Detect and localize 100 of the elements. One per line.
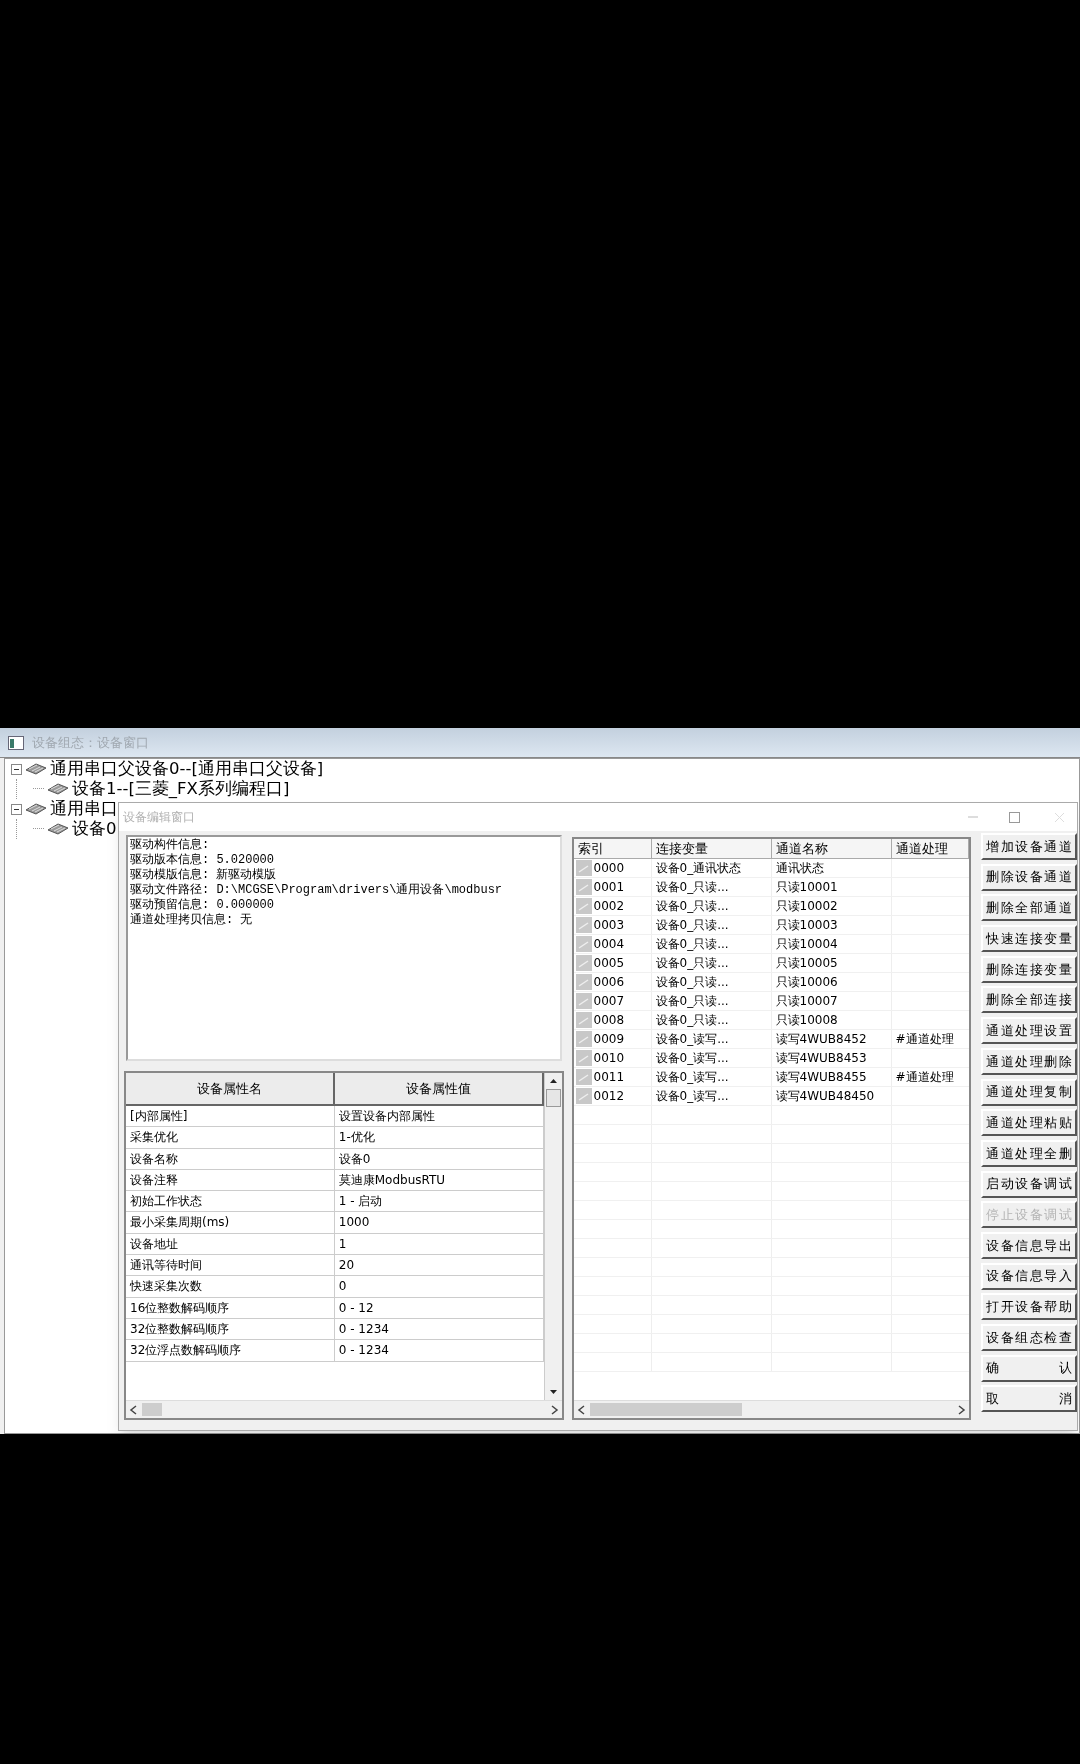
table-cell: 通讯等待时间 [126, 1255, 335, 1276]
table-cell-text: 设备0_读写... [655, 1050, 729, 1067]
info-line: 驱动构件信息: [130, 838, 211, 853]
info-line: 通道处理拷贝信息: 无 [130, 913, 254, 928]
tree-item[interactable]: 通用串口父设备0--[通用串口父设备] [50, 759, 324, 779]
table-cell-text: 0007 [593, 993, 625, 1010]
column-header[interactable]: 通道名称 [771, 839, 892, 858]
table-cell-text: 只读10001 [775, 879, 838, 896]
table-cell-text: 只读10008 [775, 1012, 838, 1029]
scroll-thumb[interactable] [142, 1403, 162, 1416]
device-icon [47, 782, 69, 796]
horizontal-scrollbar[interactable] [573, 1400, 970, 1418]
table-cell-text: 0000 [593, 860, 625, 877]
table-cell-text: 只读10003 [775, 917, 838, 934]
table-cell-text: 只读10005 [775, 955, 838, 972]
table-cell: 快速采集次数 [126, 1276, 335, 1297]
table-cell-text: 0010 [593, 1050, 625, 1067]
info-line: 驱动版本信息: 5.020000 [130, 853, 275, 868]
action-button[interactable]: 通道处理全删 [981, 1139, 1077, 1167]
tree-item[interactable]: 通用串口 [50, 799, 118, 819]
table-cell-text: 只读10007 [775, 993, 838, 1010]
table-cell: 最小采集周期(ms) [126, 1212, 335, 1233]
table-cell-text: 只读10004 [775, 936, 838, 953]
table-cell: 0 - 1234 [334, 1340, 544, 1361]
table-cell-text: 设备0_只读... [655, 879, 729, 896]
table-cell-text: 只读10002 [775, 898, 838, 915]
action-button[interactable]: 设备信息导出 [981, 1231, 1077, 1259]
action-button[interactable]: 删除连接变量 [981, 955, 1077, 983]
table-cell-text: 0004 [593, 936, 625, 953]
table-cell-text: 0011 [593, 1069, 625, 1086]
info-line: 驱动预留信息: 0.000000 [130, 898, 275, 913]
action-button[interactable]: 设备信息导入 [981, 1262, 1077, 1290]
scroll-thumb[interactable] [589, 1403, 743, 1416]
table-cell-text: #通道处理 [895, 1069, 954, 1086]
table-cell-text: 设备0_只读... [655, 993, 729, 1010]
info-line: 驱动文件路径: D:\MCGSE\Program\drivers\通用设备\modbusr [130, 883, 504, 898]
device-icon [25, 802, 47, 816]
action-button[interactable]: 删除全部连接 [981, 986, 1077, 1014]
table-cell: 0 - 12 [334, 1297, 544, 1318]
table-cell: 莫迪康ModbusRTU [334, 1169, 544, 1191]
action-button[interactable]: 删除设备通道 [981, 863, 1077, 891]
dialog-title: 设备编辑窗口 [123, 809, 196, 826]
table-cell-text: 设备0_读写... [655, 1088, 729, 1105]
table-cell-text: 0002 [593, 898, 625, 915]
action-button[interactable]: 通道处理删除 [981, 1047, 1077, 1075]
table-cell-text: 设备0_只读... [655, 936, 729, 953]
action-button[interactable]: 增加设备通道 [981, 833, 1077, 860]
table-cell-text: 设备0_只读... [655, 898, 729, 915]
action-button[interactable]: 通道处理复制 [981, 1078, 1077, 1106]
device-icon [47, 822, 69, 836]
maximize-icon[interactable] [1009, 811, 1020, 823]
table-cell: 1000 [334, 1212, 544, 1233]
table-cell: 1-优化 [334, 1127, 544, 1148]
collapse-icon[interactable] [11, 763, 22, 775]
table-cell: 32位浮点数解码顺序 [126, 1340, 335, 1361]
table-cell: 1 [334, 1233, 544, 1255]
table-cell-text: 0006 [593, 974, 625, 991]
table-cell-text: 设备0_读写... [655, 1069, 729, 1086]
action-button[interactable]: 通道处理粘贴 [981, 1109, 1077, 1137]
table-cell: 设备名称 [126, 1148, 335, 1169]
table-cell-text: 读写4WUB48450 [775, 1088, 875, 1105]
table-cell-text: 读写4WUB8453 [775, 1050, 867, 1067]
table-cell-text: 读写4WUB8455 [775, 1069, 867, 1086]
table-cell: 0 - 1234 [334, 1318, 544, 1340]
table-cell-text: 0009 [593, 1031, 625, 1048]
table-cell-text: #通道处理 [895, 1031, 954, 1048]
table-cell: 1 - 启动 [334, 1191, 544, 1212]
table-cell-text: 0005 [593, 955, 625, 972]
table-cell-text: 设备0_只读... [655, 917, 729, 934]
table-cell: 设备注释 [126, 1169, 335, 1191]
table-cell-text: 设备0_只读... [655, 955, 729, 972]
table-cell-text: 只读10006 [775, 974, 838, 991]
collapse-icon[interactable] [11, 803, 22, 815]
action-button[interactable]: 打开设备帮助 [981, 1293, 1077, 1321]
action-button[interactable]: 确 认 [981, 1354, 1077, 1382]
table-cell: 0 [334, 1276, 544, 1297]
action-button[interactable]: 启动设备调试 [981, 1170, 1077, 1198]
table-cell-text: 设备0_读写... [655, 1031, 729, 1048]
table-cell-text: 0012 [593, 1088, 625, 1105]
table-cell: 32位整数解码顺序 [126, 1318, 335, 1340]
table-cell-text: 设备0_只读... [655, 1012, 729, 1029]
column-header[interactable]: 连接变量 [651, 839, 772, 858]
table-cell: [内部属性] [126, 1106, 335, 1127]
column-header[interactable]: 索引 [573, 839, 652, 858]
tree-item[interactable]: 设备0 [72, 819, 117, 839]
action-button[interactable]: 取 消 [981, 1385, 1077, 1413]
column-header[interactable]: 通道处理 [891, 839, 970, 858]
table-cell-text: 设备0_通讯状态 [655, 860, 742, 877]
tree-item[interactable]: 设备1--[三菱_FX系列编程口] [72, 779, 290, 799]
scroll-thumb[interactable] [545, 1089, 561, 1107]
action-button[interactable]: 删除全部通道 [981, 894, 1077, 922]
table-cell: 设备地址 [126, 1233, 335, 1255]
table-cell: 20 [334, 1255, 544, 1276]
table-cell: 设备0 [334, 1148, 544, 1169]
table-cell: 初始工作状态 [126, 1191, 335, 1212]
action-button[interactable]: 通道处理设置 [981, 1017, 1077, 1045]
horizontal-scrollbar[interactable] [126, 1400, 562, 1418]
action-button[interactable]: 快速连接变量 [981, 925, 1077, 953]
column-header[interactable]: 设备属性名 [126, 1073, 335, 1104]
action-button[interactable]: 设备组态检查 [981, 1324, 1077, 1351]
